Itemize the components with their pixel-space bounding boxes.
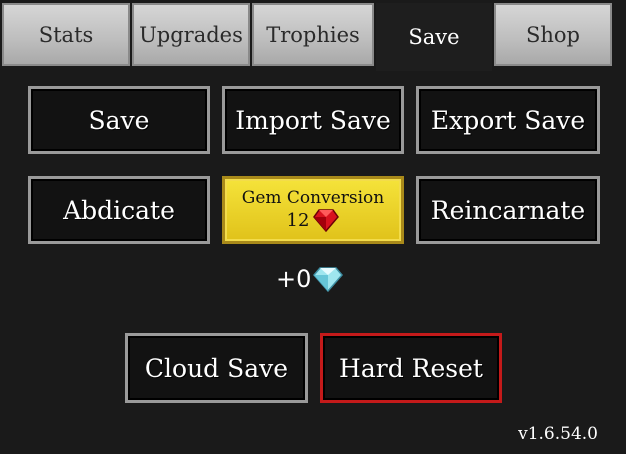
- gem-conversion-amount: 12: [287, 208, 340, 232]
- tab-bar: Stats Upgrades Trophies Save Shop: [0, 0, 626, 71]
- export-save-button[interactable]: Export Save: [416, 86, 600, 154]
- tab-upgrades[interactable]: Upgrades: [132, 3, 250, 66]
- gem-conversion-title: Gem Conversion: [241, 188, 385, 208]
- tab-trophies[interactable]: Trophies: [252, 3, 374, 66]
- tab-stats[interactable]: Stats: [2, 3, 130, 66]
- tab-save[interactable]: Save: [376, 3, 492, 71]
- diamond-gain: +0: [276, 265, 344, 293]
- import-save-button[interactable]: Import Save: [222, 86, 404, 154]
- tab-shop[interactable]: Shop: [494, 3, 612, 66]
- hard-reset-button[interactable]: Hard Reset: [320, 333, 502, 403]
- gem-conversion-button[interactable]: Gem Conversion 12: [222, 176, 404, 244]
- reincarnate-button[interactable]: Reincarnate: [416, 176, 600, 244]
- gem-conversion-count: 12: [286, 209, 310, 231]
- version-label: v1.6.54.0: [518, 424, 598, 444]
- save-button[interactable]: Save: [28, 86, 210, 154]
- gain-text: +0: [276, 265, 312, 293]
- save-panel: Stats Upgrades Trophies Save Shop Save I…: [0, 0, 626, 454]
- ruby-icon: [313, 209, 340, 232]
- cloud-save-button[interactable]: Cloud Save: [125, 333, 308, 403]
- diamond-icon: [313, 267, 344, 292]
- abdicate-button[interactable]: Abdicate: [28, 176, 210, 244]
